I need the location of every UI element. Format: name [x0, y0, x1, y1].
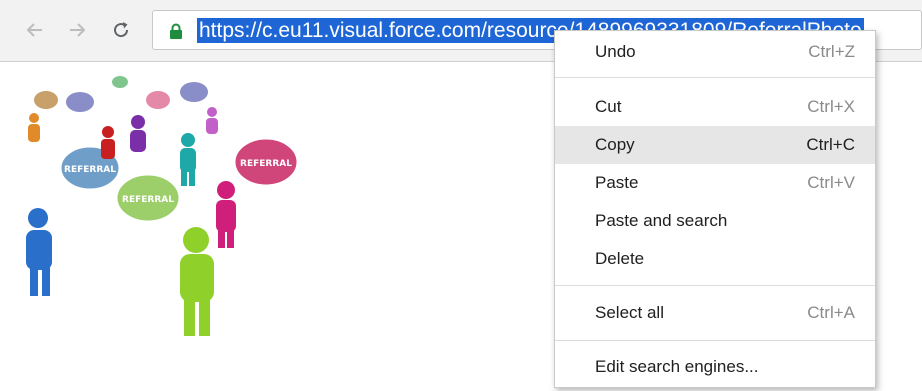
menu-item-undo[interactable]: Undo Ctrl+Z [555, 33, 875, 71]
menu-separator [555, 285, 875, 286]
person-figure [130, 115, 146, 152]
speech-bubble: REFERRAL [114, 172, 182, 224]
menu-item-select-all[interactable]: Select all Ctrl+A [555, 294, 875, 332]
bubble-text: REFERRAL [64, 165, 116, 175]
forward-button[interactable] [64, 17, 90, 43]
speech-bubble: REFERRAL [232, 136, 300, 188]
menu-item-label: Paste and search [595, 211, 728, 230]
menu-item-label: Copy [595, 135, 635, 154]
person-figure [101, 126, 115, 159]
person-figure [206, 107, 218, 134]
bubble-text: REFERRAL [240, 159, 292, 169]
menu-item-label: Select all [595, 303, 664, 322]
menu-item-shortcut: Ctrl+A [807, 303, 855, 322]
person-figure [216, 181, 236, 248]
menu-item-label: Delete [595, 249, 645, 268]
menu-separator [555, 77, 875, 78]
context-menu: Undo Ctrl+Z Cut Ctrl+X Copy Ctrl+C Paste… [554, 30, 876, 388]
menu-item-shortcut: Ctrl+X [807, 97, 855, 116]
menu-item-label: Edit search engines... [595, 357, 759, 376]
bubble-text: REFERRAL [122, 195, 174, 205]
person-figure [180, 227, 214, 336]
menu-item-delete[interactable]: Delete [555, 240, 875, 278]
menu-item-shortcut: Ctrl+Z [808, 42, 855, 61]
menu-item-label: Paste [595, 173, 639, 192]
person-figure [28, 113, 40, 142]
menu-item-paste-and-search[interactable]: Paste and search [555, 202, 875, 240]
menu-item-paste[interactable]: Paste Ctrl+V [555, 164, 875, 202]
person-figure [180, 133, 196, 186]
menu-item-label: Cut [595, 97, 622, 116]
menu-item-cut[interactable]: Cut Ctrl+X [555, 88, 875, 126]
menu-item-shortcut: Ctrl+C [806, 135, 855, 154]
back-button[interactable] [22, 17, 48, 43]
reload-icon [114, 22, 129, 38]
menu-item-shortcut: Ctrl+V [807, 173, 855, 192]
referral-illustration: REFERRAL REFERRAL REFERRAL [26, 76, 300, 336]
person-figure [26, 208, 52, 296]
forward-arrow-icon [70, 23, 86, 37]
menu-separator [555, 340, 875, 341]
menu-item-copy[interactable]: Copy Ctrl+C [555, 126, 875, 164]
lock-icon [170, 23, 182, 39]
menu-item-label: Undo [595, 42, 636, 61]
reload-button[interactable] [108, 17, 134, 43]
back-arrow-icon [26, 23, 42, 37]
menu-item-edit-search-engines[interactable]: Edit search engines... [555, 348, 875, 386]
